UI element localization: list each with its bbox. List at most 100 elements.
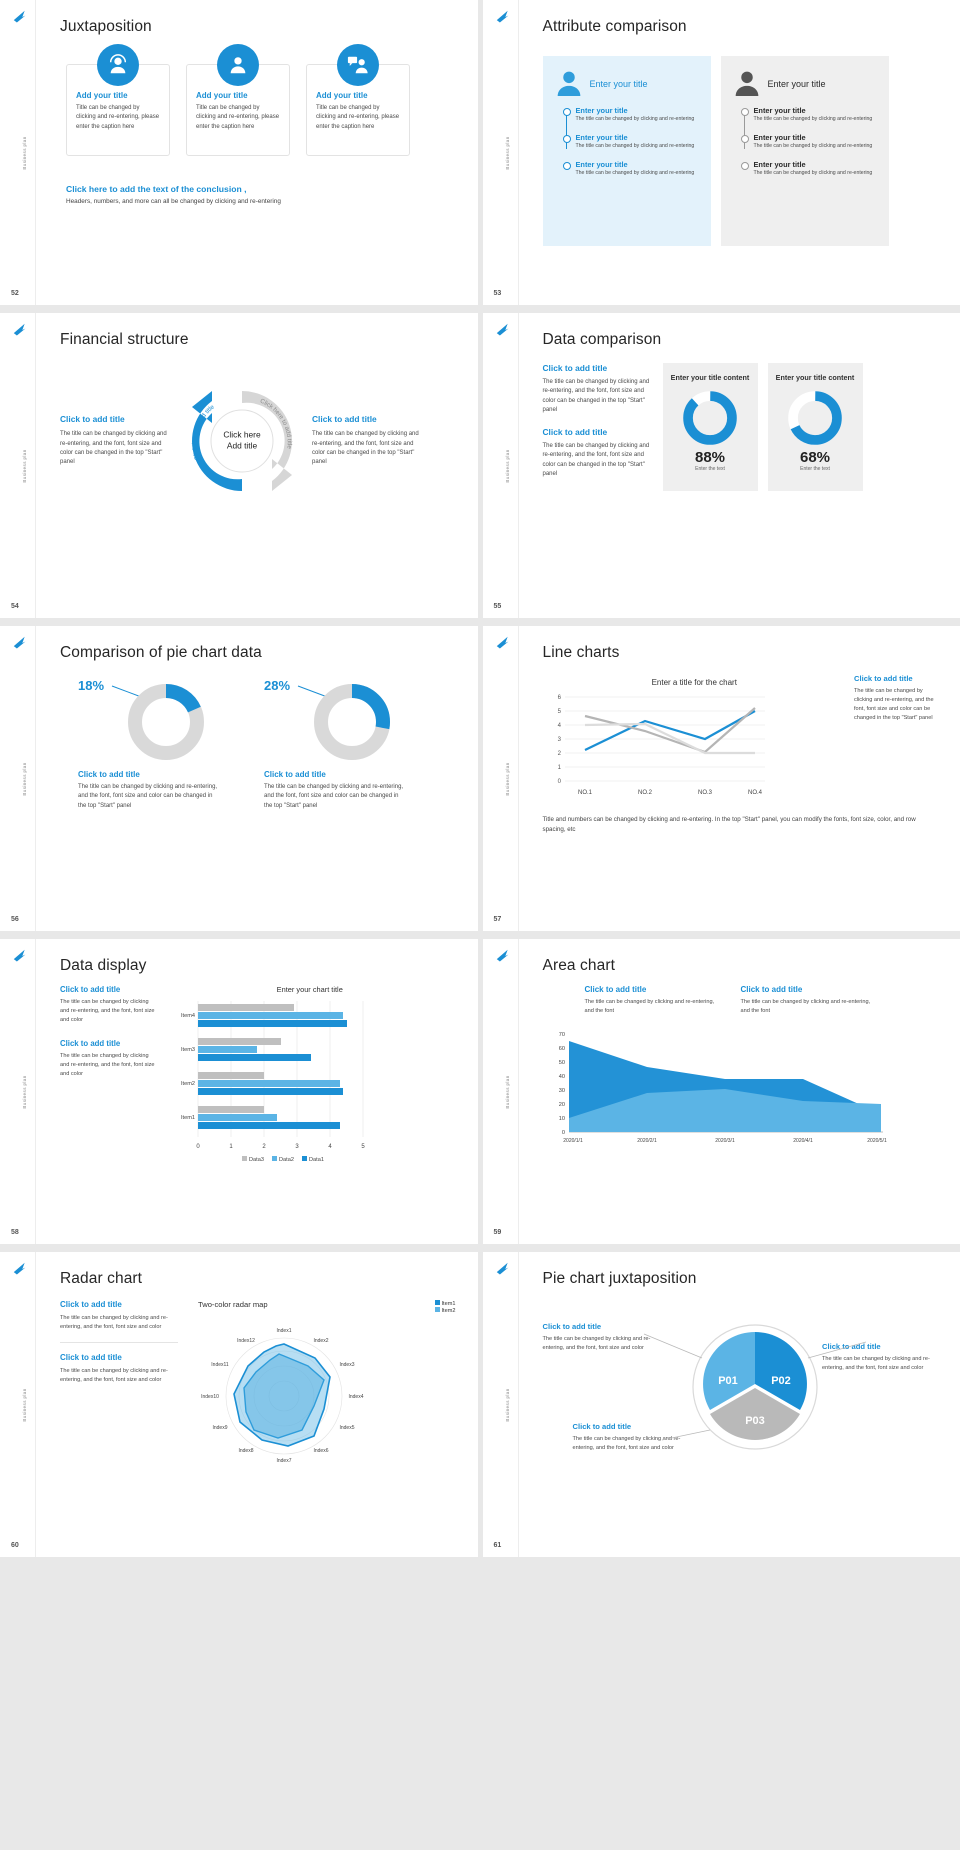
feather-logo-icon (13, 636, 26, 649)
xtick-4: 2020/5/1 (867, 1138, 887, 1144)
text-column: Click to add title The title can be chan… (60, 1300, 178, 1474)
radar-wrap: Two-color radar map Item1 Item2 Index1 I… (184, 1300, 456, 1474)
radar-label-6: Index6 (313, 1448, 328, 1454)
slide-body: Financial structure Click to add title T… (36, 313, 478, 618)
pie-desc: The title can be changed by clicking and… (78, 784, 218, 809)
timeline-item[interactable]: Enter your title The title can be change… (562, 133, 701, 151)
right-desc: The title can be changed by clicking and… (312, 431, 419, 466)
donut-card[interactable]: Enter your title content 68% Enter the t… (767, 363, 863, 492)
timeline-item[interactable]: Enter your title The title can be change… (562, 160, 701, 178)
conclusion-heading[interactable]: Click here to add the text of the conclu… (66, 184, 456, 194)
text-block[interactable]: Click to add title The title can be chan… (543, 427, 653, 479)
radar-label-9: Index9 (212, 1425, 227, 1431)
svg-text:20: 20 (558, 1102, 564, 1108)
page-title: Line charts (542, 644, 620, 661)
card-item[interactable]: Add your title Title can be changed by c… (66, 44, 170, 156)
timeline-item[interactable]: Enter your title The title can be change… (562, 106, 701, 124)
person-chat-icon (337, 44, 379, 86)
text-block-bottom[interactable]: Click to add title The title can be chan… (573, 1422, 689, 1453)
slide-rail: Business plan 56 (0, 626, 36, 931)
block-desc: The title can be changed by clicking and… (542, 1336, 651, 1351)
pie-chart-three-slice: P01 P02 P03 (644, 1324, 867, 1450)
headset-person-icon (97, 44, 139, 86)
card-desc: Title can be changed by clicking and re-… (196, 105, 280, 130)
left-text-block[interactable]: Click to add title The title can be chan… (60, 414, 172, 467)
card-item[interactable]: Add your title Title can be changed by c… (306, 44, 410, 156)
text-block[interactable]: Click to add title The title can be chan… (585, 985, 725, 1016)
radar-label-1: Index1 (276, 1328, 291, 1334)
timeline: Enter your title The title can be change… (562, 106, 701, 178)
donut-percent: 68% (799, 449, 831, 467)
line-chart-row: Enter a title for the chart 65 4 3 2 1 0… (543, 674, 939, 801)
page-number: 58 (11, 1229, 19, 1236)
svg-text:4: 4 (328, 1144, 332, 1150)
block-title: Click to add title (60, 985, 121, 994)
timeline-item[interactable]: Enter your title The title can be change… (740, 106, 879, 124)
text-block[interactable]: Click to add title The title can be chan… (60, 1353, 178, 1395)
pie-item[interactable]: 28% Click to add title The title can be … (264, 678, 404, 811)
slide-rail: Business plan 61 (482, 1252, 519, 1557)
donut-card[interactable]: Enter your title content 88% Enter the t… (662, 363, 758, 492)
ytick-item2: Item2 (181, 1081, 195, 1087)
rail-label: Business plan (22, 1387, 28, 1422)
ytick-item1: Item1 (181, 1115, 195, 1121)
center-line-2: Add title (226, 441, 258, 451)
radar-label-10: Index10 (201, 1394, 219, 1400)
slide-financial-structure: Business plan 54 Financial structure Cli… (0, 313, 478, 618)
text-block[interactable]: Click to add title The title can be chan… (543, 363, 653, 415)
text-block[interactable]: Click to add title The title can be chan… (60, 1300, 178, 1343)
timeline-desc: The title can be changed by clicking and… (575, 169, 695, 176)
conclusion-sub: Headers, numbers, and more can all be ch… (66, 198, 281, 205)
slide-body: Pie chart juxtaposition Click to add tit… (519, 1252, 960, 1557)
text-block-right[interactable]: Click to add title The title can be chan… (822, 1342, 938, 1373)
slice-label-p03: P03 (745, 1415, 765, 1427)
text-block[interactable]: Click to add title The title can be chan… (60, 1039, 156, 1079)
page-number: 57 (493, 916, 502, 923)
rail-label: Business plan (504, 1387, 510, 1422)
slide-body: Comparison of pie chart data 18% Click t… (36, 626, 478, 931)
feather-logo-icon (496, 10, 508, 23)
timeline-title: Enter your title (753, 106, 806, 115)
timeline-desc: The title can be changed by clicking and… (753, 142, 873, 149)
radar-label-3: Index3 (339, 1362, 354, 1368)
chart-title: Enter a title for the chart (651, 678, 737, 687)
svg-text:4: 4 (557, 723, 561, 729)
page-number: 55 (493, 603, 502, 610)
text-block[interactable]: Click to add title The title can be chan… (741, 985, 881, 1016)
donut-heading: Enter your title content (775, 373, 855, 382)
right-text-block[interactable]: Click to add title The title can be chan… (312, 414, 424, 467)
pie-item[interactable]: 18% Click to add title The title can be … (78, 678, 218, 811)
xtick-2: 2020/3/1 (715, 1138, 735, 1144)
slide-rail: Business plan 58 (0, 939, 36, 1244)
pane-grey[interactable]: Enter your title Enter your title The ti… (720, 56, 889, 246)
card-list: Add your title Title can be changed by c… (60, 44, 456, 156)
area-chart: 70 60 50 40 30 20 10 0 2020/1/1 2020/2/1 202… (558, 1032, 887, 1144)
side-text-block[interactable]: Click to add title The title can be chan… (854, 674, 938, 801)
timeline-title: Enter your title (575, 106, 628, 115)
page-title: Attribute comparison (542, 18, 687, 35)
slide-line-charts: Business plan 57 Line charts Enter a tit… (482, 626, 960, 931)
slide-rail: Business plan 52 (0, 0, 36, 305)
svg-text:1: 1 (229, 1144, 233, 1150)
slide-attribute-comparison: Business plan 53 Attribute comparison En… (482, 0, 960, 305)
timeline-item[interactable]: Enter your title The title can be change… (740, 159, 879, 178)
slide-body: Line charts Enter a title for the chart (519, 626, 960, 931)
feather-logo-icon (496, 949, 508, 962)
timeline-title: Enter your title (753, 159, 806, 169)
page-number: 54 (11, 603, 19, 610)
rail-label: Business plan (504, 761, 510, 796)
timeline-item[interactable]: Enter your title The title can be change… (740, 133, 879, 151)
text-block-left[interactable]: Click to add title The title can be chan… (543, 1322, 659, 1353)
block-desc: The title can be changed by clicking and… (542, 443, 650, 478)
card-item[interactable]: Add your title Title can be changed by c… (186, 44, 290, 156)
pane-blue[interactable]: Enter your title Enter your title The ti… (542, 56, 711, 246)
block-desc: The title can be changed by clicking and… (60, 1315, 168, 1330)
text-block[interactable]: Click to add title The title can be chan… (60, 985, 156, 1025)
pie-value-label: 28% (264, 678, 291, 693)
slide-rail: Business plan 59 (482, 939, 519, 1244)
page-title: Radar chart (60, 1270, 143, 1287)
feather-logo-icon (496, 1262, 508, 1275)
svg-text:0: 0 (557, 779, 561, 785)
block-desc: The title can be changed by clicking and… (60, 1052, 155, 1077)
feather-logo-icon (496, 323, 508, 336)
